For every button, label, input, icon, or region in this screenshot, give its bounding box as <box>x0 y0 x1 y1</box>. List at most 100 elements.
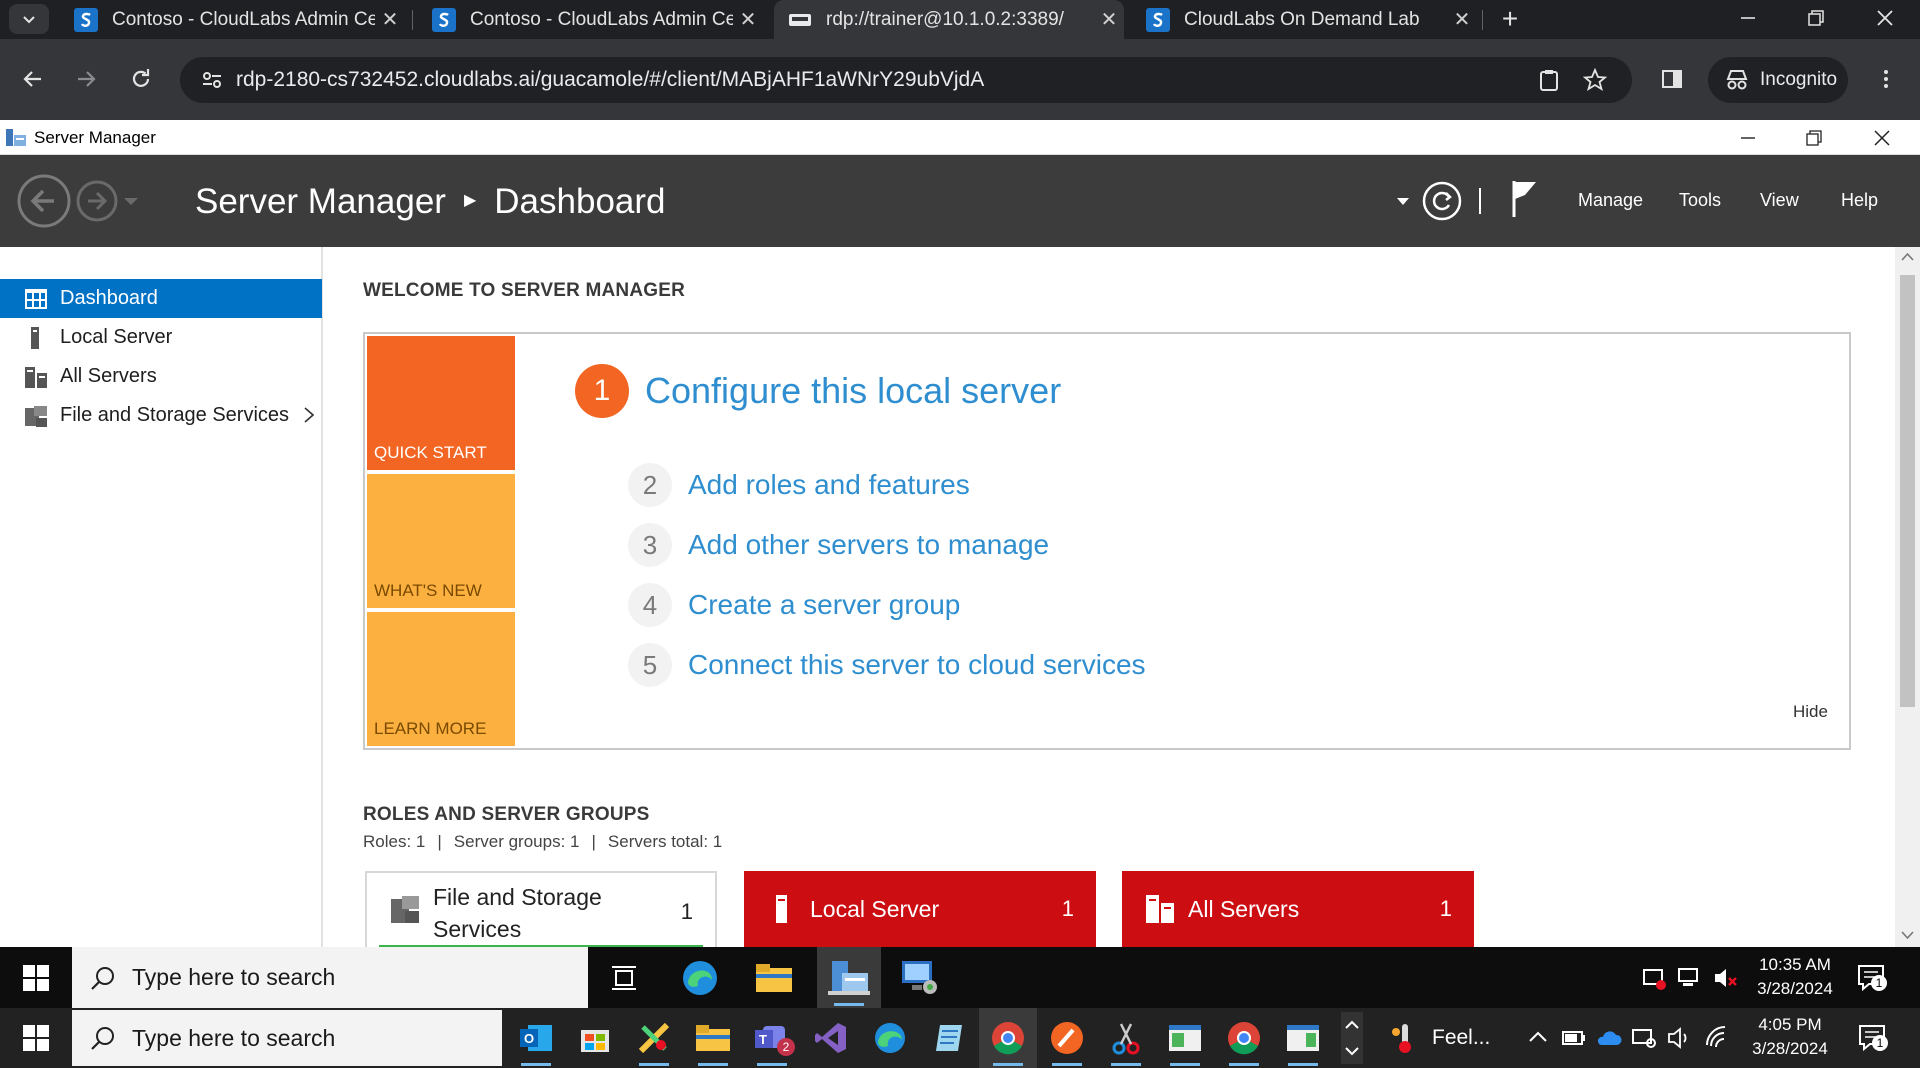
clock[interactable]: 4:05 PM 3/28/2024 <box>1737 1013 1843 1061</box>
network-icon[interactable] <box>1677 965 1703 991</box>
forward-arrow-icon[interactable] <box>75 179 119 223</box>
taskbar-overflow-scroller[interactable] <box>1341 1012 1363 1064</box>
start-button[interactable] <box>0 947 72 1008</box>
chrome-taskbar-button[interactable] <box>979 1008 1037 1068</box>
address-bar[interactable]: rdp-2180-cs732452.cloudlabs.ai/guacamole… <box>180 57 1632 103</box>
role-card-all-servers[interactable]: All Servers 1 <box>1122 871 1474 951</box>
notepad-taskbar-button[interactable] <box>920 1008 978 1068</box>
snipping-tool-taskbar-button[interactable] <box>625 1008 683 1068</box>
minimize-browser-button[interactable] <box>1713 0 1783 36</box>
search-box[interactable]: Type here to search <box>72 947 588 1008</box>
visual-studio-taskbar-button[interactable] <box>802 1008 860 1068</box>
step-configure-local-server[interactable]: 1 Configure this local server <box>575 364 1061 418</box>
step-create-group[interactable]: 4 Create a server group <box>628 583 960 627</box>
sidebar-item-local-server[interactable]: Local Server <box>0 318 322 357</box>
role-card-local-server[interactable]: Local Server 1 <box>744 871 1096 951</box>
clipboard-icon[interactable] <box>1537 68 1561 92</box>
server-manager-taskbar-button[interactable] <box>817 947 881 1008</box>
history-dropdown-icon[interactable] <box>123 197 139 207</box>
close-browser-button[interactable] <box>1850 0 1920 36</box>
restore-window-button[interactable] <box>1784 120 1844 155</box>
expand-arrow-icon[interactable] <box>304 407 314 423</box>
edge-taskbar-button[interactable] <box>671 947 729 1008</box>
browser-tab-4[interactable]: CloudLabs On Demand Lab ✕ <box>1132 0 1477 39</box>
scroll-up-icon[interactable] <box>1895 247 1920 267</box>
tile-whats-new[interactable]: WHAT'S NEW <box>367 474 515 608</box>
battery-icon[interactable] <box>1561 1025 1587 1051</box>
step-link[interactable]: Add roles and features <box>688 469 970 501</box>
tile-quick-start[interactable]: QUICK START <box>367 336 515 470</box>
clock[interactable]: 10:35 AM 3/28/2024 <box>1745 953 1845 1001</box>
scroll-down-icon[interactable] <box>1895 925 1920 945</box>
paint-taskbar-button[interactable] <box>1038 1008 1096 1068</box>
step-link[interactable]: Configure this local server <box>645 370 1061 412</box>
browser-tab-1[interactable]: Contoso - CloudLabs Admin Ce ✕ <box>60 0 405 39</box>
notification-center-button[interactable]: 1 <box>1858 1023 1888 1053</box>
file-explorer-taskbar-button[interactable] <box>745 947 803 1008</box>
step-add-servers[interactable]: 3 Add other servers to manage <box>628 523 1049 567</box>
back-button[interactable] <box>13 59 53 99</box>
remote-desktop-taskbar-button[interactable] <box>891 947 949 1008</box>
chrome-taskbar-button-2[interactable] <box>1215 1008 1273 1068</box>
notification-center-button[interactable]: 1 <box>1857 963 1887 993</box>
close-tab-icon[interactable]: ✕ <box>375 7 405 32</box>
edge-taskbar-button[interactable] <box>861 1008 919 1068</box>
menu-manage[interactable]: Manage <box>1578 190 1643 211</box>
onedrive-cloud-icon[interactable] <box>1596 1025 1622 1051</box>
close-window-button[interactable] <box>1852 120 1912 155</box>
store-taskbar-button[interactable] <box>566 1008 624 1068</box>
step-link[interactable]: Connect this server to cloud services <box>688 649 1146 681</box>
menu-view[interactable]: View <box>1760 190 1799 211</box>
refresh-icon[interactable] <box>1421 180 1463 222</box>
chevron-up-icon[interactable] <box>1525 1025 1551 1051</box>
display-icon[interactable] <box>1631 1025 1657 1051</box>
step-connect-cloud[interactable]: 5 Connect this server to cloud services <box>628 643 1146 687</box>
close-tab-icon[interactable]: ✕ <box>1447 7 1477 32</box>
tile-learn-more[interactable]: LEARN MORE <box>367 612 515 746</box>
dropdown-triangle-icon[interactable] <box>1396 197 1410 207</box>
close-tab-icon[interactable]: ✕ <box>733 7 763 32</box>
outlook-taskbar-button[interactable]: O <box>507 1008 565 1068</box>
speaker-icon[interactable] <box>1666 1025 1692 1051</box>
new-tab-button[interactable]: + <box>1493 2 1527 36</box>
menu-tools[interactable]: Tools <box>1679 190 1721 211</box>
wifi-icon[interactable] <box>1704 1025 1730 1051</box>
site-settings-icon[interactable] <box>200 68 224 92</box>
task-view-button[interactable] <box>595 947 653 1008</box>
bookmark-star-icon[interactable] <box>1583 68 1607 92</box>
tab-search-button[interactable] <box>9 4 49 34</box>
step-link[interactable]: Add other servers to manage <box>688 529 1049 561</box>
incognito-indicator[interactable]: Incognito <box>1708 57 1848 103</box>
snip-sketch-taskbar-button[interactable] <box>1097 1008 1155 1068</box>
step-add-roles[interactable]: 2 Add roles and features <box>628 463 970 507</box>
role-card-file-storage[interactable]: File and Storage Services 1 <box>365 871 717 951</box>
side-panel-button[interactable] <box>1652 59 1692 99</box>
hide-welcome-link[interactable]: Hide <box>1793 702 1828 722</box>
search-box[interactable]: Type here to search <box>72 1010 502 1066</box>
restore-browser-button[interactable] <box>1781 0 1851 36</box>
forward-button[interactable] <box>66 59 106 99</box>
file-explorer-taskbar-button[interactable] <box>684 1008 742 1068</box>
weather-widget[interactable]: Feel... <box>1390 1022 1490 1054</box>
step-link[interactable]: Create a server group <box>688 589 960 621</box>
browser-tab-3-active[interactable]: rdp://trainer@10.1.0.2:3389/ ✕ <box>774 0 1124 39</box>
vertical-scrollbar[interactable] <box>1895 247 1920 947</box>
sidebar-item-file-storage[interactable]: File and Storage Services <box>0 396 322 435</box>
teams-taskbar-button[interactable]: T 2 <box>743 1008 801 1068</box>
sidebar-item-dashboard[interactable]: Dashboard <box>0 279 322 318</box>
volume-muted-icon[interactable] <box>1712 965 1738 991</box>
window-app-taskbar-button-2[interactable] <box>1274 1008 1332 1068</box>
browser-menu-button[interactable] <box>1866 59 1906 99</box>
minimize-window-button[interactable] <box>1718 120 1778 155</box>
scrollbar-thumb[interactable] <box>1900 275 1915 707</box>
back-arrow-icon[interactable] <box>16 173 72 229</box>
menu-help[interactable]: Help <box>1841 190 1878 211</box>
notifications-flag-icon[interactable] <box>1510 179 1540 219</box>
browser-tab-2[interactable]: Contoso - CloudLabs Admin Ce ✕ <box>418 0 763 39</box>
sidebar-item-all-servers[interactable]: All Servers <box>0 357 322 396</box>
reload-button[interactable] <box>121 59 161 99</box>
security-alert-icon[interactable] <box>1641 965 1667 991</box>
window-app-taskbar-button[interactable] <box>1156 1008 1214 1068</box>
close-tab-icon[interactable]: ✕ <box>1094 7 1124 32</box>
start-button[interactable] <box>0 1008 72 1068</box>
